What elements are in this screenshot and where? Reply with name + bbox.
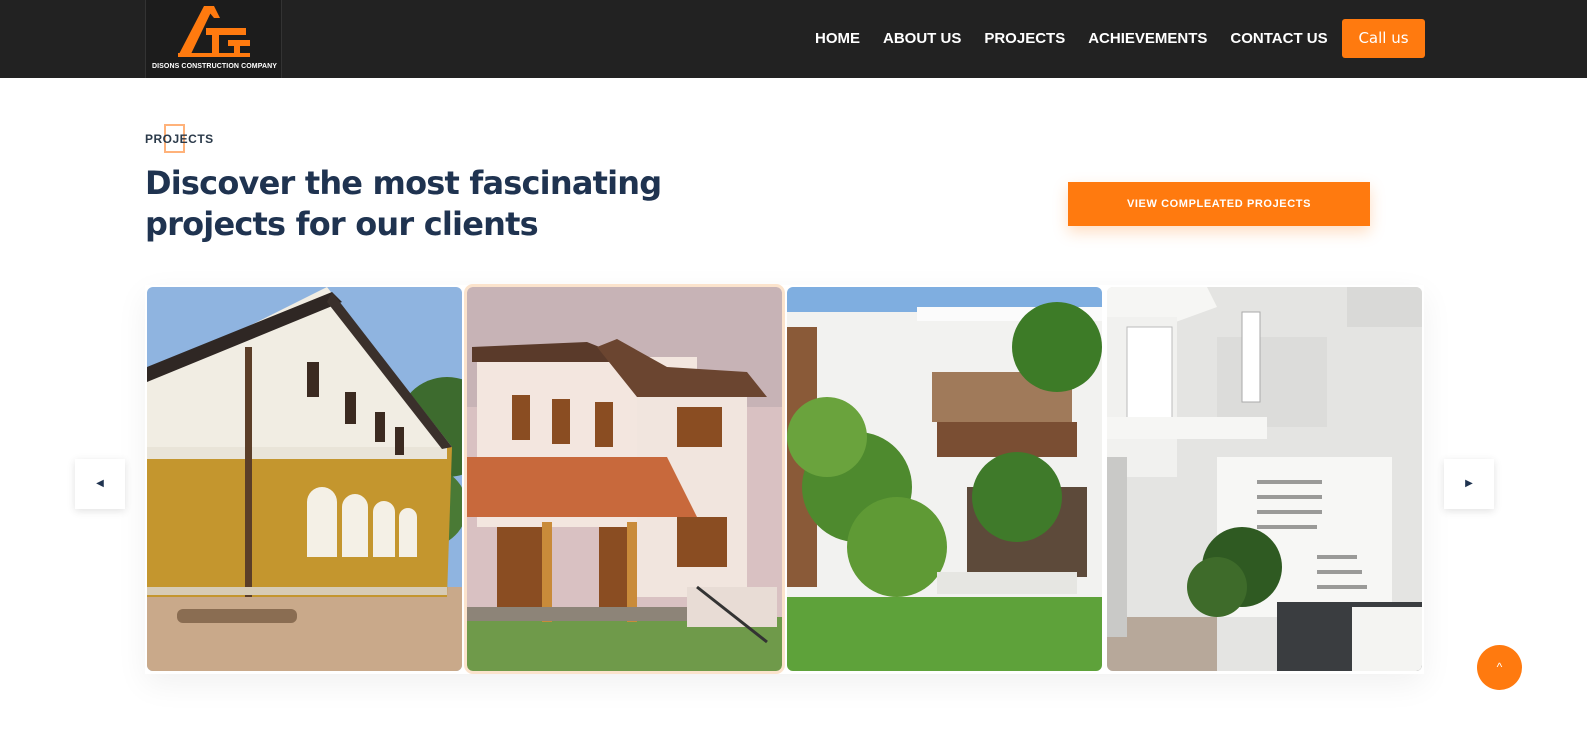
section-eyebrow: PROJECTS [145, 132, 214, 146]
view-completed-projects-button[interactable]: VIEW COMPLEATED PROJECTS [1068, 182, 1370, 226]
section-title: Discover the most fascinating projects f… [145, 164, 662, 243]
carousel-next-button[interactable]: ▶ [1444, 459, 1494, 509]
project-slide-2[interactable] [464, 284, 785, 674]
projects-carousel [145, 284, 1424, 674]
project-photo-1 [147, 287, 462, 671]
site-header: DISONS CONSTRUCTION COMPANY HOME ABOUT U… [0, 0, 1587, 78]
carousel-prev-button[interactable]: ◀ [75, 459, 125, 509]
company-logo[interactable]: DISONS CONSTRUCTION COMPANY [145, 0, 282, 78]
call-us-button[interactable]: Call us [1342, 19, 1425, 58]
nav-achievements[interactable]: ACHIEVEMENTS [1088, 30, 1207, 50]
chevron-up-icon: ^ [1496, 660, 1503, 674]
caret-left-icon: ◀ [96, 478, 104, 489]
scroll-to-top-button[interactable]: ^ [1477, 645, 1522, 690]
nav-home[interactable]: HOME [815, 30, 860, 50]
project-photo-3 [787, 287, 1102, 671]
nav-contact-us[interactable]: CONTACT US [1230, 30, 1327, 50]
nav-projects[interactable]: PROJECTS [984, 30, 1065, 50]
nav-about-us[interactable]: ABOUT US [883, 30, 961, 50]
logo-mark-icon [178, 6, 250, 57]
project-slide-3[interactable] [787, 287, 1102, 671]
caret-right-icon: ▶ [1465, 478, 1473, 489]
project-photo-4 [1107, 287, 1422, 671]
project-slide-4[interactable] [1107, 287, 1422, 671]
project-slide-1[interactable] [147, 287, 462, 671]
main-nav: HOME ABOUT US PROJECTS ACHIEVEMENTS CONT… [815, 30, 1351, 50]
logo-caption: DISONS CONSTRUCTION COMPANY [151, 63, 278, 70]
project-photo-2 [467, 287, 782, 671]
